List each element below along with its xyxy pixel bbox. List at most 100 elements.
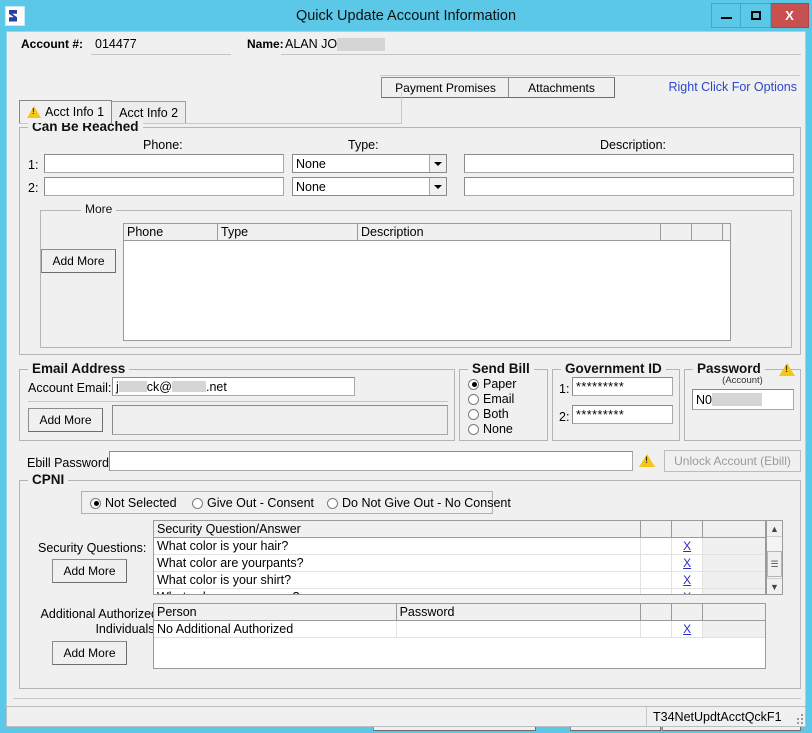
account-number-value: 014477	[95, 37, 137, 51]
authorized-add-more-button[interactable]: Add More	[52, 641, 127, 665]
send-bill-both-label: Both	[483, 407, 509, 421]
security-row-4-delete[interactable]: X	[672, 589, 704, 594]
account-number-underline	[91, 54, 231, 55]
security-grid-header: Security Question/Answer	[154, 521, 765, 538]
close-button[interactable]: X	[771, 3, 809, 28]
delete-x-icon: X	[683, 573, 692, 587]
radio-dot-icon	[327, 497, 338, 509]
window-title: Quick Update Account Information	[295, 7, 517, 24]
authorized-grid-header-blank-1	[641, 604, 673, 620]
scrollbar-track[interactable]: ☰	[767, 537, 782, 578]
name-underline	[281, 54, 801, 55]
radio-dot-icon	[468, 408, 479, 420]
email-list-box[interactable]	[112, 405, 448, 435]
minimize-button[interactable]	[711, 3, 741, 28]
send-bill-both-radio[interactable]: Both	[468, 407, 509, 421]
grid-header-blank-2	[692, 224, 723, 240]
name-text: ALAN JO	[285, 37, 338, 51]
government-id-1-input[interactable]: *********	[572, 377, 673, 396]
reach-type-1-select[interactable]: None	[292, 154, 447, 173]
account-email-input[interactable]: j ck@ .net	[112, 377, 355, 396]
security-questions-scrollbar[interactable]: ▲ ☰ ▼	[766, 520, 783, 595]
attachments-button[interactable]: Attachments	[508, 77, 615, 98]
tab-acct-info-1[interactable]: Acct Info 1	[19, 100, 113, 123]
delete-x-icon: X	[683, 556, 692, 570]
reach-description-2-input[interactable]	[464, 177, 794, 196]
table-row[interactable]: What color are yourpants? X	[154, 555, 765, 572]
right-click-options-link[interactable]: Right Click For Options	[668, 80, 797, 94]
table-row[interactable]: No Additional Authorized X	[154, 621, 765, 638]
scroll-down-icon[interactable]: ▼	[767, 578, 782, 594]
send-bill-title: Send Bill	[468, 361, 534, 376]
can-be-reached-add-more-button[interactable]: Add More	[41, 249, 116, 273]
maximize-button[interactable]	[741, 3, 771, 28]
authorized-person-1: No Additional Authorized	[154, 621, 397, 637]
security-question-1: What color is your hair?	[154, 538, 642, 554]
table-row[interactable]: What color are youreyes? X	[154, 589, 765, 594]
authorized-individuals-grid[interactable]: Person Password No Additional Authorized…	[153, 603, 766, 669]
cpni-not-selected-radio[interactable]: Not Selected	[90, 496, 177, 510]
reach-phone-2-input[interactable]	[44, 177, 284, 196]
chevron-down-icon	[429, 155, 446, 172]
resize-grip-icon[interactable]	[793, 707, 805, 726]
email-address-group: Email Address Account Email: j ck@ .net Ad…	[19, 361, 455, 441]
status-bar: T34NetUpdtAcctQckF1	[6, 706, 806, 727]
security-row-3-delete[interactable]: X	[672, 572, 704, 588]
security-row-1-delete[interactable]: X	[672, 538, 704, 554]
security-row-2-delete[interactable]: X	[672, 555, 704, 571]
phone-column-label: Phone:	[143, 138, 183, 152]
warning-icon	[27, 106, 41, 118]
window-controls: X	[711, 3, 809, 28]
name-redaction	[337, 38, 386, 52]
reach-phone-1-input[interactable]	[44, 154, 284, 173]
authorized-row-1-delete[interactable]: X	[672, 621, 704, 637]
send-bill-paper-radio[interactable]: Paper	[468, 377, 516, 391]
ebill-password-label: Ebill Password:	[27, 456, 113, 470]
reach-row-2-index: 2:	[28, 181, 39, 195]
chevron-down-icon	[429, 178, 446, 195]
send-bill-email-label: Email	[483, 392, 515, 406]
table-row[interactable]: What color is your hair? X	[154, 538, 765, 555]
authorized-grid-body-blank	[154, 638, 765, 668]
security-questions-add-more-button[interactable]: Add More	[52, 559, 127, 583]
client-area: Account #: 014477 Name: ALAN JO Payment …	[6, 31, 806, 731]
can-be-reached-grid[interactable]: Phone Type Description	[123, 223, 731, 341]
radio-dot-icon	[468, 378, 479, 390]
tab-acct-info-2-label: Acct Info 2	[119, 105, 179, 120]
reach-description-1-input[interactable]	[464, 154, 794, 173]
password-warning-icon	[779, 362, 795, 376]
security-questions-grid[interactable]: Security Question/Answer What color is y…	[153, 520, 766, 595]
table-row[interactable]: What color is your shirt? X	[154, 572, 765, 589]
ebill-password-input[interactable]	[109, 451, 633, 471]
password-input[interactable]: N0	[692, 389, 794, 410]
cpni-give-out-radio[interactable]: Give Out - Consent	[192, 496, 314, 510]
send-bill-email-radio[interactable]: Email	[468, 392, 514, 406]
reach-type-2-select[interactable]: None	[292, 177, 447, 196]
email-divider	[28, 401, 448, 402]
unlock-account-ebill-button[interactable]: Unlock Account (Ebill)	[664, 450, 801, 472]
type-column-label: Type:	[348, 138, 379, 152]
header-divider	[380, 75, 800, 76]
scroll-up-icon[interactable]: ▲	[767, 521, 782, 537]
government-id-2-input[interactable]: *********	[572, 405, 673, 424]
description-column-label: Description:	[600, 138, 666, 152]
email-add-more-button[interactable]: Add More	[28, 408, 103, 432]
title-bar: Quick Update Account Information X	[0, 0, 812, 31]
ebill-warning-icon	[639, 453, 655, 467]
cpni-give-out-label: Give Out - Consent	[207, 496, 314, 510]
send-bill-none-radio[interactable]: None	[468, 422, 513, 436]
government-id-group: Government ID 1: ********* 2: *********	[552, 361, 680, 441]
security-row-1-pad	[703, 538, 765, 554]
security-row-3-pad	[703, 572, 765, 588]
cpni-do-not-give-out-label: Do Not Give Out - No Consent	[342, 496, 511, 510]
security-row-2-blank	[641, 555, 673, 571]
send-bill-group: Send Bill Paper Email Both None	[459, 361, 548, 441]
cpni-do-not-give-out-radio[interactable]: Do Not Give Out - No Consent	[327, 496, 511, 510]
authorized-grid-header: Person Password	[154, 604, 765, 621]
security-row-2-pad	[703, 555, 765, 571]
status-right: T34NetUpdtAcctQckF1	[653, 709, 782, 724]
government-id-title: Government ID	[561, 361, 666, 376]
scrollbar-thumb[interactable]: ☰	[767, 551, 782, 577]
email-address-title: Email Address	[28, 361, 130, 376]
authorized-grid-header-blank-2	[672, 604, 704, 620]
